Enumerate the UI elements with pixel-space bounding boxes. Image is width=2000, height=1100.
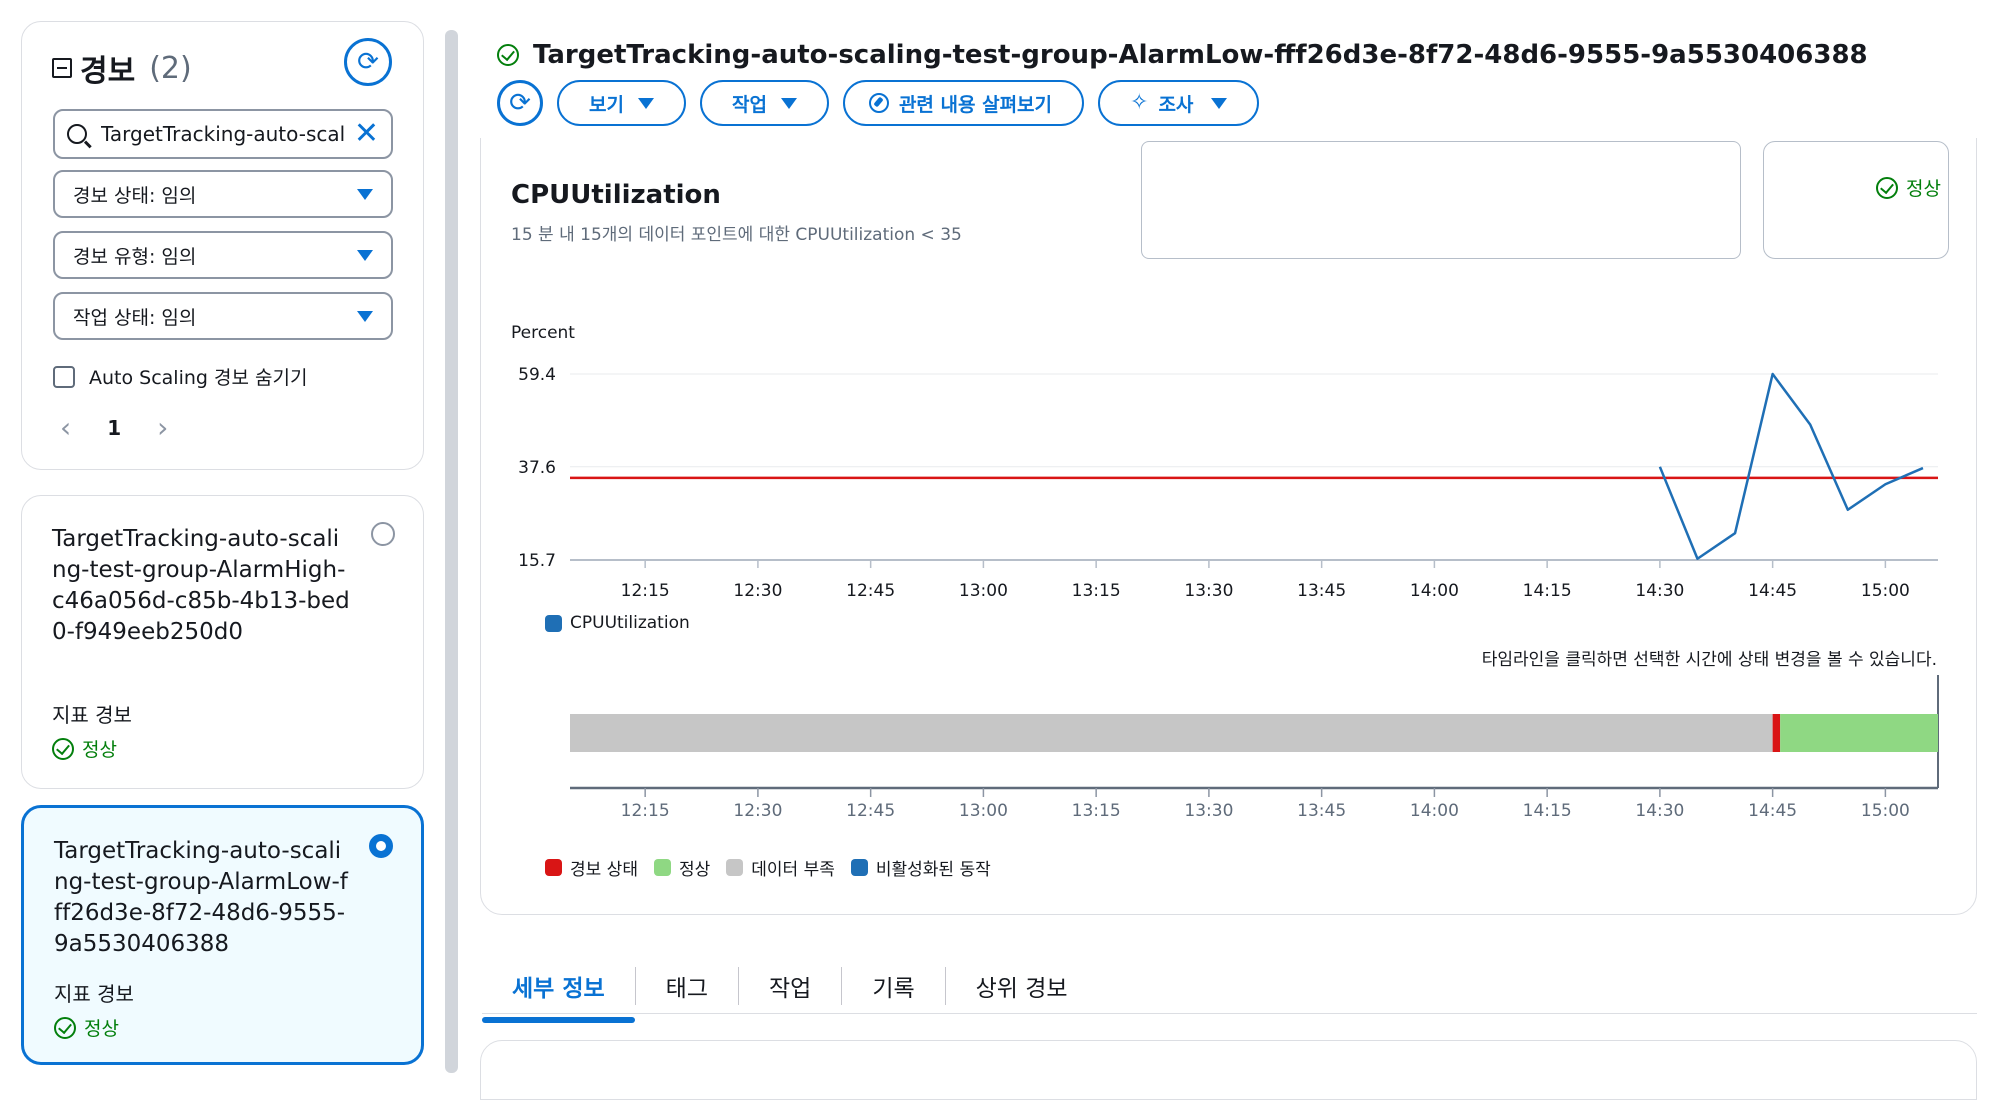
timeline-legend-item: 경보 상태 <box>545 855 638 880</box>
timeline-tick-label: 14:30 <box>1635 801 1684 821</box>
alarm-title-text: TargetTracking-auto-scaling-test-group-A… <box>533 40 1868 70</box>
alarm-header: TargetTracking-auto-scaling-test-group-A… <box>480 0 2000 138</box>
actions-button[interactable]: 작업 <box>699 80 829 126</box>
timeline-hint: 타임라인을 클릭하면 선택한 시간에 상태 변경을 볼 수 있습니다. <box>1481 650 1937 670</box>
timeline-legend-swatch <box>726 859 744 876</box>
view-button[interactable]: 보기 <box>557 80 686 126</box>
chart-status-label: 정상 <box>1906 178 1941 200</box>
timeline-tick-label: 12:15 <box>621 801 670 821</box>
timeline-tick-label: 12:30 <box>733 801 782 821</box>
explore-related-label: 관련 내용 살펴보기 <box>898 93 1053 116</box>
x-tick-label: 13:15 <box>1072 581 1121 601</box>
timeline-tick-label: 13:30 <box>1184 801 1233 821</box>
timeline-legend-item: 데이터 부족 <box>726 855 835 880</box>
x-tick-label: 13:00 <box>959 581 1008 601</box>
header-refresh-button[interactable]: ⟳ <box>497 80 543 126</box>
timeline-legend-swatch <box>545 859 562 876</box>
x-tick-label: 14:00 <box>1410 581 1459 601</box>
y-tick-label: 37.6 <box>518 458 556 478</box>
timeline-tick-label: 12:45 <box>846 801 895 821</box>
x-tick-label: 13:30 <box>1184 581 1233 601</box>
timeline-legend-label: 정상 <box>678 860 711 880</box>
timeline-legend-label: 비활성화된 동작 <box>875 860 991 880</box>
timeline-segment <box>570 714 1773 752</box>
series-legend[interactable]: CPUUtilization <box>545 613 690 633</box>
timeline-tick-label: 14:45 <box>1748 801 1797 821</box>
compass-icon <box>868 93 889 113</box>
timeline-tick-label: 14:15 <box>1523 801 1572 821</box>
x-tick-label: 12:30 <box>733 581 782 601</box>
chart-title: CPUUtilization <box>511 180 721 210</box>
check-circle-icon <box>1876 176 1898 199</box>
caret-down-icon <box>637 97 654 109</box>
timeline-legend-item: 비활성화된 동작 <box>850 855 991 880</box>
actions-button-label: 작업 <box>731 93 767 116</box>
sparkle-icon: ✧ <box>1130 90 1149 115</box>
y-tick-label: 15.7 <box>518 551 556 571</box>
timeline-tick-label: 14:00 <box>1410 801 1459 821</box>
check-circle-icon <box>497 44 519 66</box>
timeline-legend-item: 정상 <box>653 855 711 880</box>
x-tick-label: 12:45 <box>846 581 895 601</box>
y-tick-label: 59.4 <box>518 365 556 385</box>
timeline-tick-label: 13:15 <box>1072 801 1121 821</box>
explore-related-button[interactable]: 관련 내용 살펴보기 <box>842 80 1085 126</box>
cpu-chart[interactable]: 15.7 37.6 59.4 12:15 12:30 12:45 13:00 13:15 13:… <box>0 0 2000 1073</box>
timeline-tick-label: 13:00 <box>959 801 1008 821</box>
chart-subtitle: 15 분 내 15개의 데이터 포인트에 대한 CPUUtilization <… <box>511 225 962 245</box>
timeline-legend-label: 경보 상태 <box>570 860 638 880</box>
caret-down-icon <box>1211 97 1228 109</box>
action-buttons: ⟳ 보기 작업 관련 내용 살펴보기 ✧ 조사 <box>497 80 1260 126</box>
x-tick-label: 13:45 <box>1297 581 1346 601</box>
alarm-title: TargetTracking-auto-scaling-test-group-A… <box>497 40 1868 70</box>
y-axis-label: Percent <box>511 323 575 343</box>
chart-status: 정상 <box>1876 174 1941 201</box>
x-tick-label: 12:15 <box>621 581 670 601</box>
timeline-segment <box>1780 714 1938 752</box>
investigate-button[interactable]: ✧ 조사 <box>1098 80 1260 126</box>
x-tick-label: 15:00 <box>1861 581 1910 601</box>
timeline-tick-label: 13:45 <box>1297 801 1346 821</box>
timeline-legend-swatch <box>653 859 671 876</box>
x-tick-label: 14:15 <box>1523 581 1572 601</box>
series-legend-label: CPUUtilization <box>570 613 690 633</box>
view-button-label: 보기 <box>589 93 624 116</box>
timeline-segment <box>1772 714 1781 752</box>
timeline-legend-label: 데이터 부족 <box>751 860 835 880</box>
investigate-label: 조사 <box>1158 93 1194 116</box>
timeline-legend: 경보 상태 정상 데이터 부족 비활성화된 동작 <box>545 855 991 880</box>
refresh-icon: ⟳ <box>509 88 531 118</box>
caret-down-icon <box>780 97 797 109</box>
series-legend-swatch <box>545 614 562 632</box>
timeline-legend-swatch <box>850 859 868 876</box>
x-tick-label: 14:30 <box>1635 581 1684 601</box>
timeline-tick-label: 15:00 <box>1861 801 1910 821</box>
x-tick-label: 14:45 <box>1748 581 1797 601</box>
